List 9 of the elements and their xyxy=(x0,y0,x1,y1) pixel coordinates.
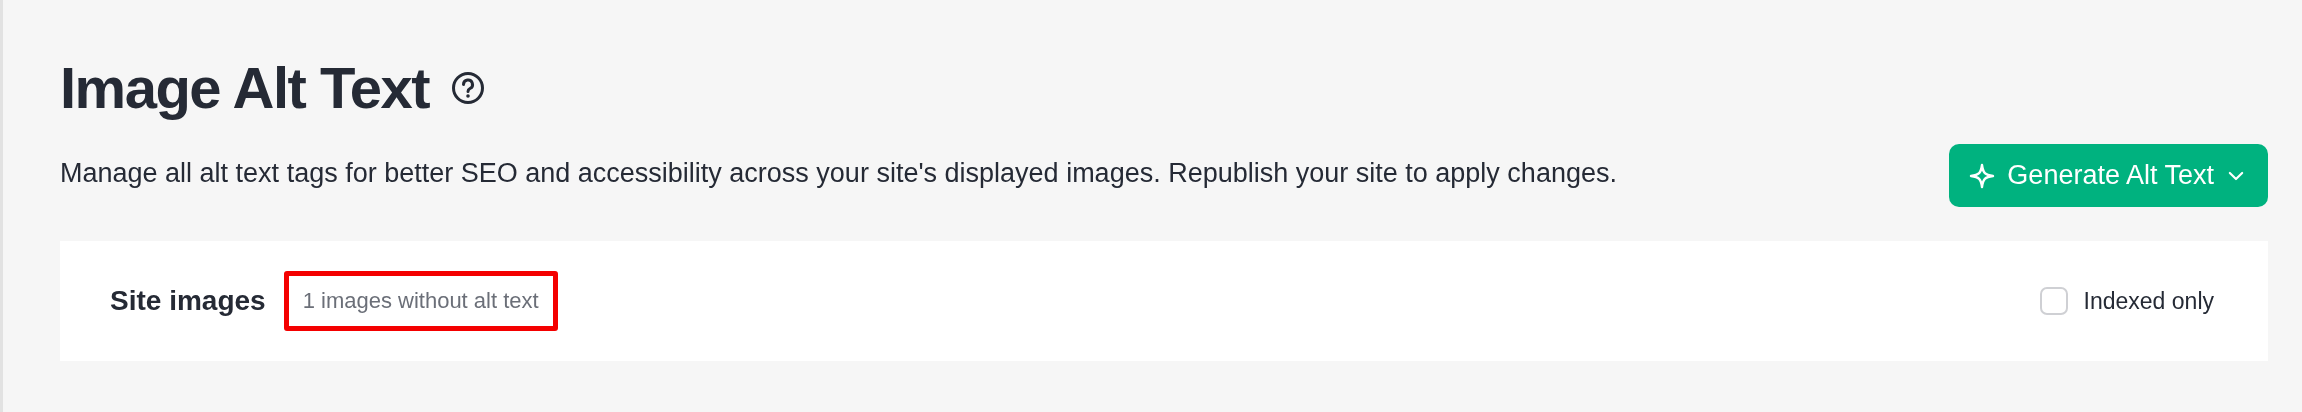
page-description: Manage all alt text tags for better SEO and accessibility across your site's displayed images. Republish your site to apply changes. xyxy=(60,156,1617,190)
section-title: Site images xyxy=(110,285,266,317)
sparkle-icon xyxy=(1969,162,1996,189)
help-icon[interactable] xyxy=(451,71,485,105)
generate-alt-text-button[interactable]: Generate Alt Text xyxy=(1949,144,2268,207)
checkbox-label: Indexed only xyxy=(2083,287,2214,315)
page-title: Image Alt Text xyxy=(60,54,429,122)
indexed-only-checkbox[interactable] xyxy=(2039,287,2068,315)
missing-alt-count: 1 images without alt text xyxy=(302,288,539,314)
